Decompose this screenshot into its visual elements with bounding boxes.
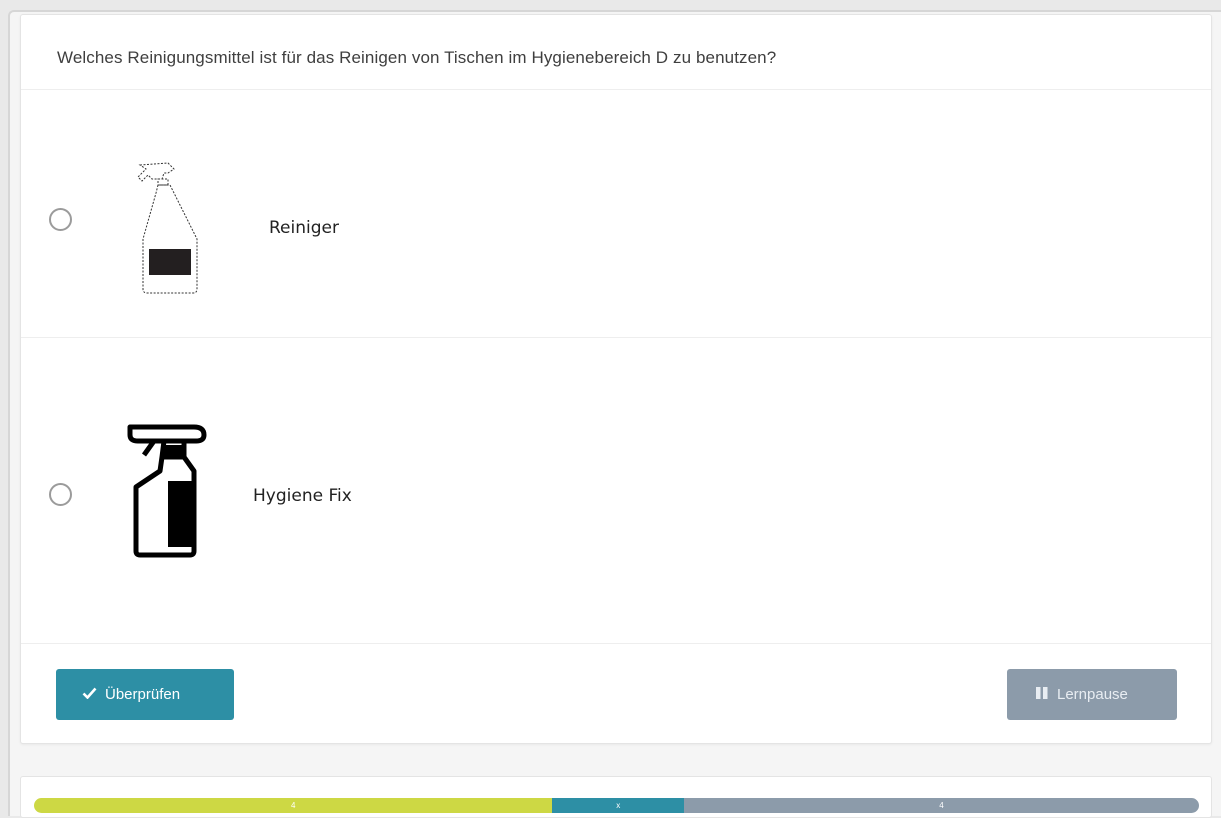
checkmark-icon bbox=[82, 686, 97, 703]
answer-option-hygiene-fix[interactable]: Hygiene Fix bbox=[21, 338, 1211, 644]
pause-icon bbox=[1035, 686, 1049, 704]
answer-label: Reiniger bbox=[269, 218, 339, 238]
question-card: Welches Reinigungsmittel ist für das Rei… bbox=[20, 14, 1212, 744]
answer-radio[interactable] bbox=[49, 483, 72, 506]
question-text: Welches Reinigungsmittel ist für das Rei… bbox=[57, 48, 777, 67]
learning-pause-label: Lernpause bbox=[1057, 686, 1128, 703]
check-answer-button[interactable]: Überprüfen bbox=[56, 669, 234, 720]
answer-radio[interactable] bbox=[49, 208, 72, 231]
progress-bar: 4 x 4 bbox=[34, 798, 1199, 813]
question-header: Welches Reinigungsmittel ist für das Rei… bbox=[21, 15, 1211, 90]
answer-option-reiniger[interactable]: Reiniger bbox=[21, 90, 1211, 338]
progress-card: 4 x 4 bbox=[20, 776, 1212, 818]
progress-segment-remaining: 4 bbox=[684, 798, 1199, 813]
learning-pause-button[interactable]: Lernpause bbox=[1007, 669, 1177, 720]
answer-label: Hygiene Fix bbox=[253, 486, 352, 506]
action-bar: Überprüfen Lernpause bbox=[21, 644, 1211, 743]
spray-bottle-solid-icon bbox=[124, 421, 208, 564]
check-answer-label: Überprüfen bbox=[105, 686, 181, 703]
progress-segment-correct: 4 bbox=[34, 798, 553, 813]
progress-segment-current: x bbox=[552, 798, 685, 813]
spray-bottle-outline-icon bbox=[134, 159, 206, 300]
